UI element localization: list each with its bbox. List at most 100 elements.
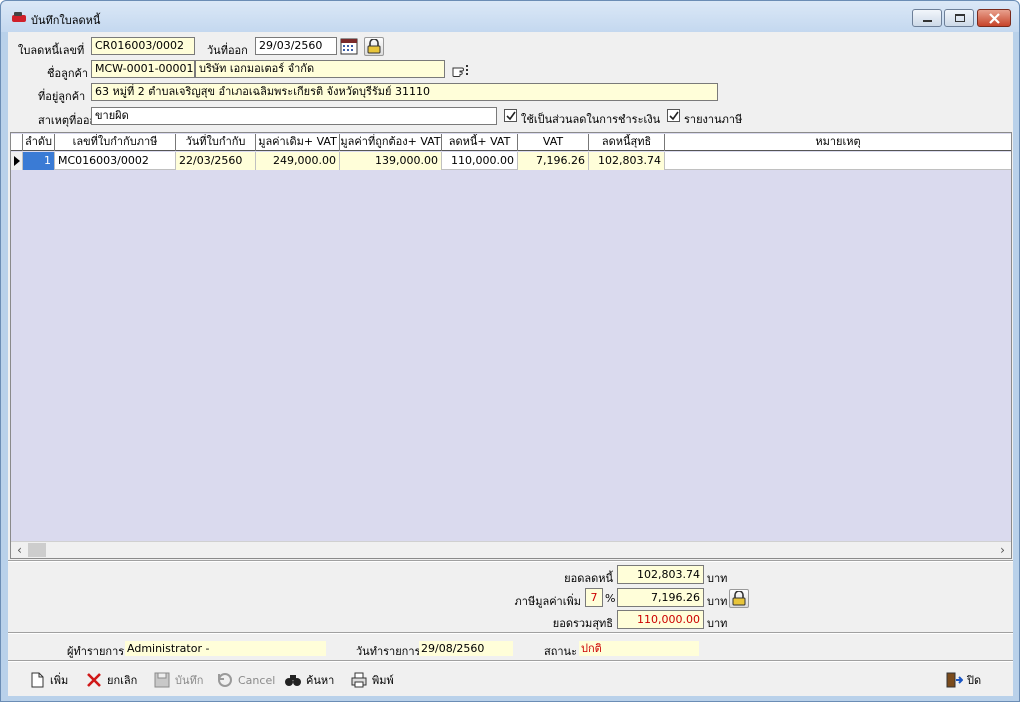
close-label: ปิด <box>967 674 982 687</box>
cancel-button[interactable]: Cancel <box>216 668 275 692</box>
customer-name-field[interactable]: บริษัท เอกมอเตอร์ จำกัด <box>195 60 445 78</box>
cell-invoice-date[interactable]: 22/03/2560 <box>176 152 256 170</box>
tax-report-checkbox[interactable] <box>667 109 680 122</box>
customer-lookup-button[interactable] <box>451 61 471 79</box>
cancel-document-label: ยกเลิก <box>107 674 138 687</box>
print-label: พิมพ์ <box>372 674 394 687</box>
use-as-discount-label: ใช้เป็นส่วนลดในการชำระเงิน <box>521 113 661 126</box>
maximize-icon <box>955 14 965 22</box>
new-document-icon <box>31 672 44 688</box>
floppy-disk-icon <box>154 672 170 688</box>
cell-invoice-no[interactable]: MC016003/0002 <box>55 152 176 170</box>
cell-credit[interactable]: 110,000.00 <box>442 152 518 170</box>
header-col-correct[interactable]: มูลค่าที่ถูกต้อง+ VAT <box>340 134 442 151</box>
date-label: วันที่ออก <box>207 44 248 57</box>
header-col-invoice-date[interactable]: วันที่ใบกำกับ <box>176 134 256 151</box>
reason-field[interactable]: ขายผิด <box>91 107 497 125</box>
txn-date-label: วันทำรายการ <box>356 645 421 658</box>
minimize-button[interactable] <box>912 9 942 27</box>
lock-vat-button[interactable] <box>729 589 749 608</box>
address-field[interactable]: 63 หมู่ที่ 2 ตำบลเจริญสุข อำเภอเฉลิมพระเ… <box>91 83 718 101</box>
header-col-invoice-no[interactable]: เลขที่ใบกำกับภาษี <box>55 134 176 151</box>
creator-label: ผู้ทำรายการ <box>67 645 125 658</box>
title-bar: บันทึกใบลดหนี้ <box>1 1 1019 32</box>
header-col-credit[interactable]: ลดหนี้+ VAT <box>442 134 518 151</box>
client-area: ใบลดหนี้เลขที่ CR016003/0002 วันที่ออก 2… <box>8 32 1013 696</box>
vat-percent-label: % <box>605 592 616 605</box>
cancel-label: Cancel <box>238 673 276 687</box>
customer-code-field[interactable]: MCW-0001-00001 <box>91 60 195 78</box>
scroll-right-icon[interactable]: › <box>994 542 1011 559</box>
scroll-left-icon[interactable]: ‹ <box>11 542 28 559</box>
app-icon <box>12 12 26 22</box>
calendar-icon <box>340 38 358 55</box>
detail-grid[interactable]: ลำดับ เลขที่ใบกำกับภาษี วันที่ใบกำกับ มู… <box>10 132 1012 559</box>
cell-vat[interactable]: 7,196.26 <box>518 152 589 170</box>
exit-door-icon <box>946 672 963 688</box>
cell-net[interactable]: 102,803.74 <box>589 152 665 170</box>
vat-total-field: 7,196.26 <box>617 588 704 607</box>
pointing-hand-icon <box>452 65 468 77</box>
printer-icon <box>351 672 367 688</box>
tax-report-label: รายงานภาษี <box>684 113 743 126</box>
creator-value: Administrator - <box>125 641 326 656</box>
vat-label: ภาษีมูลค่าเพิ่ม <box>514 595 581 608</box>
cancel-document-button[interactable]: ยกเลิก <box>85 668 137 692</box>
cell-no[interactable]: 1 <box>23 152 55 170</box>
window-title: บันทึกใบลดหนี้ <box>31 14 101 27</box>
grid-header: ลำดับ เลขที่ใบกำกับภาษี วันที่ใบกำกับ มู… <box>11 134 1011 151</box>
lock-date-button[interactable] <box>364 37 384 56</box>
unit-label: บาท <box>707 617 728 630</box>
close-button[interactable]: ปิด <box>945 668 981 692</box>
save-button[interactable]: บันทึก <box>153 668 203 692</box>
close-icon <box>989 13 1000 24</box>
unit-label: บาท <box>707 572 728 585</box>
net-total-field: 110,000.00 <box>617 610 704 629</box>
unit-label: บาท <box>707 595 728 608</box>
binoculars-icon <box>285 675 301 686</box>
lock-icon <box>732 591 746 606</box>
doc-no-label: ใบลดหนี้เลขที่ <box>18 44 85 57</box>
cell-correct[interactable]: 139,000.00 <box>340 152 442 170</box>
cell-remark[interactable] <box>665 152 1011 170</box>
search-label: ค้นหา <box>306 674 335 687</box>
undo-icon <box>218 673 232 687</box>
row-indicator <box>11 152 23 170</box>
doc-no-field[interactable]: CR016003/0002 <box>91 37 195 55</box>
close-window-button[interactable] <box>977 9 1011 27</box>
status-label: สถานะ <box>544 645 577 658</box>
customer-label: ชื่อลูกค้า <box>47 67 89 80</box>
use-as-discount-checkbox[interactable] <box>504 109 517 122</box>
separator <box>8 660 1013 662</box>
scroll-thumb[interactable] <box>28 543 46 557</box>
main-window: บันทึกใบลดหนี้ ใบลดหนี้เลขที่ CR016003/0… <box>0 0 1020 702</box>
red-x-icon <box>87 673 101 687</box>
credit-total-label: ยอดลดหนี้ <box>564 572 613 585</box>
separator <box>8 560 1013 562</box>
add-button[interactable]: เพิ่ม <box>28 668 68 692</box>
calendar-button[interactable] <box>339 37 359 56</box>
header-col-remark[interactable]: หมายเหตุ <box>665 134 1011 151</box>
header-indicator <box>11 134 23 151</box>
address-label: ที่อยู่ลูกค้า <box>38 90 86 103</box>
net-total-label: ยอดรวมสุทธิ <box>552 617 613 630</box>
date-field[interactable]: 29/03/2560 <box>255 37 337 55</box>
header-col-original[interactable]: มูลค่าเดิม+ VAT <box>256 134 340 151</box>
reason-label: สาเหตุที่ออก <box>38 114 97 127</box>
lock-icon <box>367 39 381 54</box>
checkmark-icon <box>506 111 516 121</box>
table-row[interactable]: 1 MC016003/0002 22/03/2560 249,000.00 13… <box>11 152 1011 170</box>
cell-original[interactable]: 249,000.00 <box>256 152 340 170</box>
header-col-vat[interactable]: VAT <box>518 134 589 151</box>
horizontal-scrollbar[interactable]: ‹ › <box>11 541 1011 558</box>
search-button[interactable]: ค้นหา <box>284 668 334 692</box>
header-col-no[interactable]: ลำดับ <box>23 134 55 151</box>
header-col-net[interactable]: ลดหนี้สุทธิ <box>589 134 665 151</box>
save-label: บันทึก <box>175 674 204 687</box>
maximize-button[interactable] <box>944 9 974 27</box>
txn-date-value: 29/08/2560 <box>419 641 513 656</box>
add-label: เพิ่ม <box>50 674 69 687</box>
minimize-icon <box>923 20 932 22</box>
vat-rate-field[interactable]: 7 <box>585 588 603 607</box>
print-button[interactable]: พิมพ์ <box>350 668 394 692</box>
